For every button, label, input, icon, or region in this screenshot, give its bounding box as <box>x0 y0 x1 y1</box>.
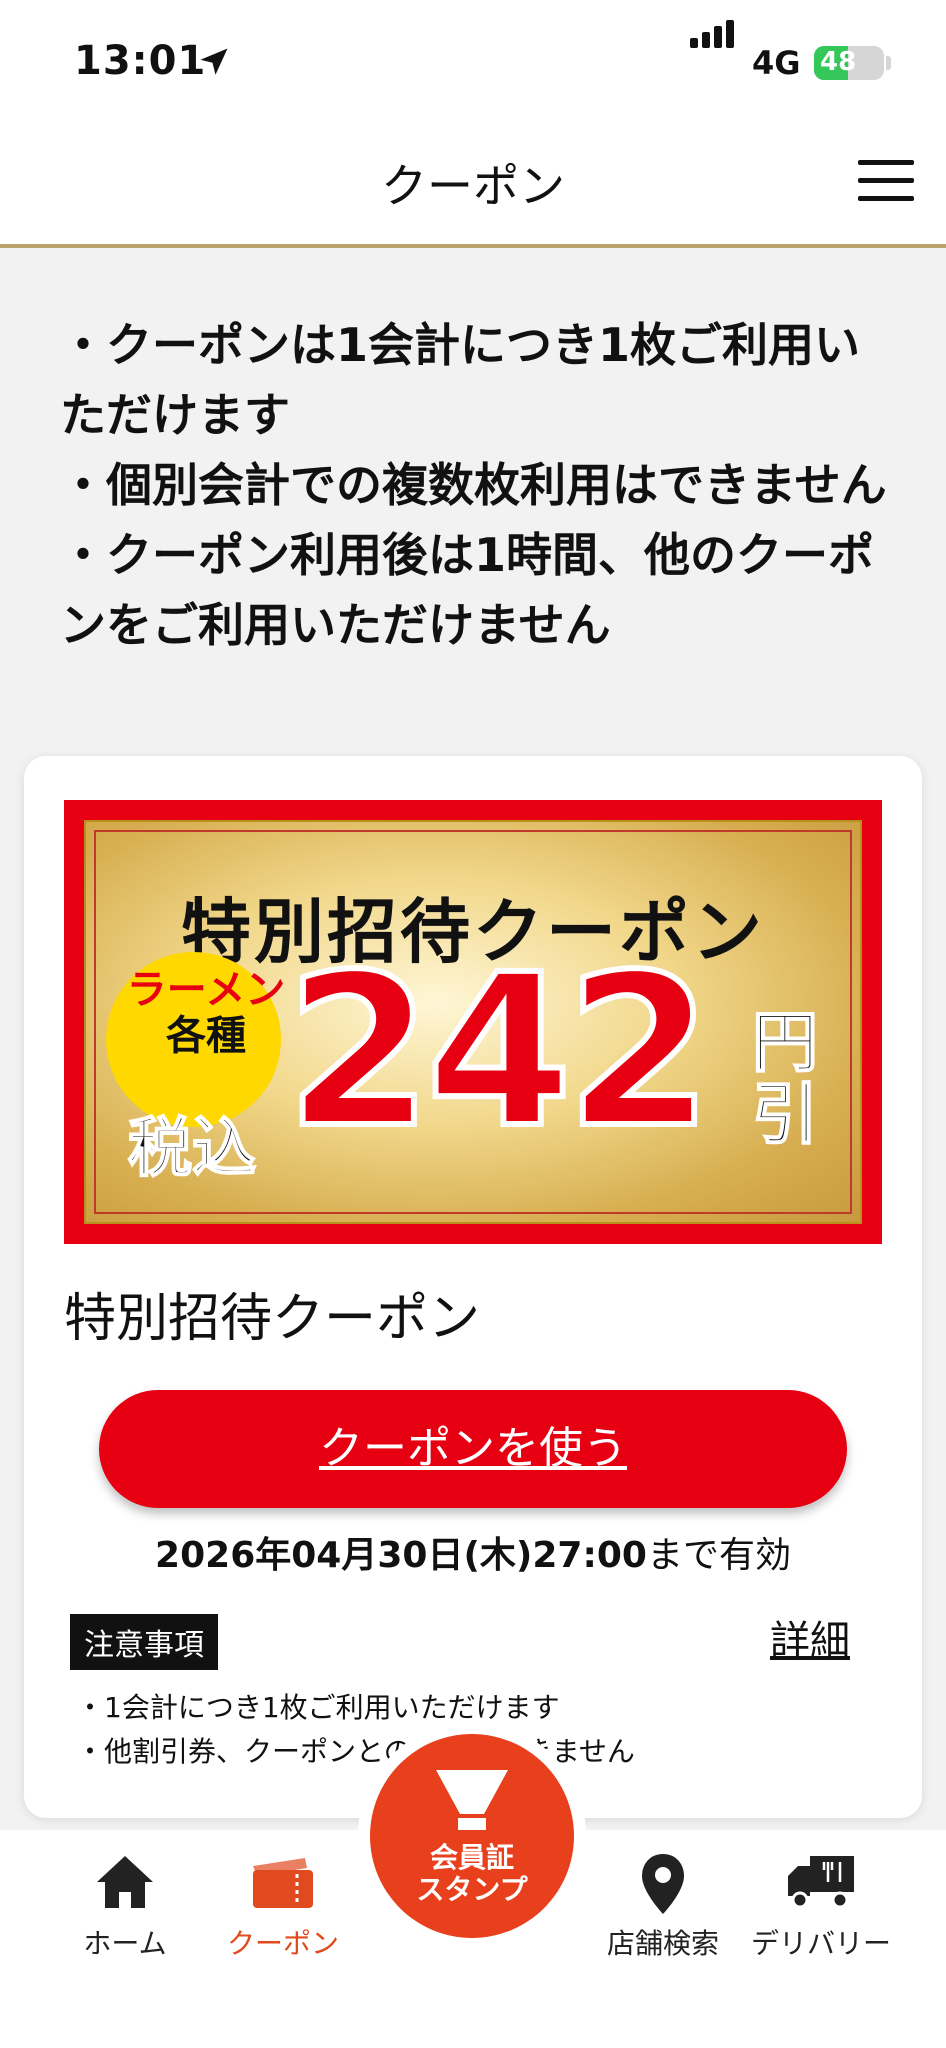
member-card-stamp-button[interactable]: 会員証 スタンプ <box>370 1734 574 1938</box>
status-bar: 13:01 4G 48 <box>0 0 946 120</box>
notice-line: ・クーポンは1会計につき1枚ご利用いただけます <box>60 318 861 442</box>
yen-off-label: 円引 <box>751 1004 819 1153</box>
nav-item-coupon[interactable]: クーポン <box>208 1830 358 1980</box>
battery-level: 48 <box>820 47 857 77</box>
validity-text: 2026年04月30日(木)27:00まで有効 <box>24 1526 922 1578</box>
nav-item-home[interactable]: ホーム <box>50 1830 200 1980</box>
map-pin-icon <box>642 1854 684 1914</box>
validity-date: 2026年04月30日(木)27:00 <box>155 1535 647 1576</box>
status-time: 13:01 <box>74 38 207 84</box>
app-header: クーポン <box>0 120 946 248</box>
member-card-stamp-label: 会員証 スタンプ <box>416 1841 528 1906</box>
hamburger-menu-icon[interactable] <box>858 160 914 202</box>
home-icon <box>97 1856 153 1908</box>
nav-item-store-search[interactable]: 店舗検索 <box>588 1830 738 1980</box>
nav-item-delivery[interactable]: デリバリー <box>746 1830 896 1980</box>
battery-tip <box>886 56 891 70</box>
nav-label: クーポン <box>226 1927 339 1960</box>
location-arrow-icon <box>200 48 228 75</box>
banner-background: 特別招待クーポン ラーメン 各種 税込 242 円引 <box>84 820 862 1224</box>
validity-suffix: まで有効 <box>646 1535 791 1576</box>
use-coupon-button[interactable]: クーポンを使う <box>99 1390 847 1508</box>
network-type: 4G <box>752 44 801 82</box>
battery-icon: 48 <box>814 46 884 80</box>
notice-line: ・クーポン利用後は1時間、他のクーポンをご利用いただけません <box>60 528 875 652</box>
tax-included-label: 税込 <box>127 1111 257 1187</box>
ramen-badge-text: ラーメン 各種 <box>126 967 286 1059</box>
coupon-usage-notice: ・クーポンは1会計につき1枚ご利用いただけます ・個別会計での複数枚利用はできま… <box>60 310 890 660</box>
discount-amount: 242 <box>283 929 715 1174</box>
caution-label: 注意事項 <box>70 1614 218 1670</box>
coupon-name: 特別招待クーポン <box>64 1289 481 1349</box>
bowl-icon <box>436 1770 508 1830</box>
page-title: クーポン <box>381 159 565 213</box>
detail-link[interactable]: 詳細 <box>770 1608 850 1666</box>
caution-item: ・1会計につき1枚ご利用いただけます <box>76 1691 560 1724</box>
coupon-card: 特別招待クーポン ラーメン 各種 税込 242 円引 特別招待クーポン クーポンを… <box>24 756 922 1818</box>
notice-line: ・個別会計での複数枚利用はできません <box>60 458 887 512</box>
coupon-banner[interactable]: 特別招待クーポン ラーメン 各種 税込 242 円引 <box>64 800 882 1244</box>
ticket-icon <box>253 1858 313 1908</box>
delivery-truck-icon <box>788 1856 854 1909</box>
nav-label: デリバリー <box>750 1927 891 1960</box>
